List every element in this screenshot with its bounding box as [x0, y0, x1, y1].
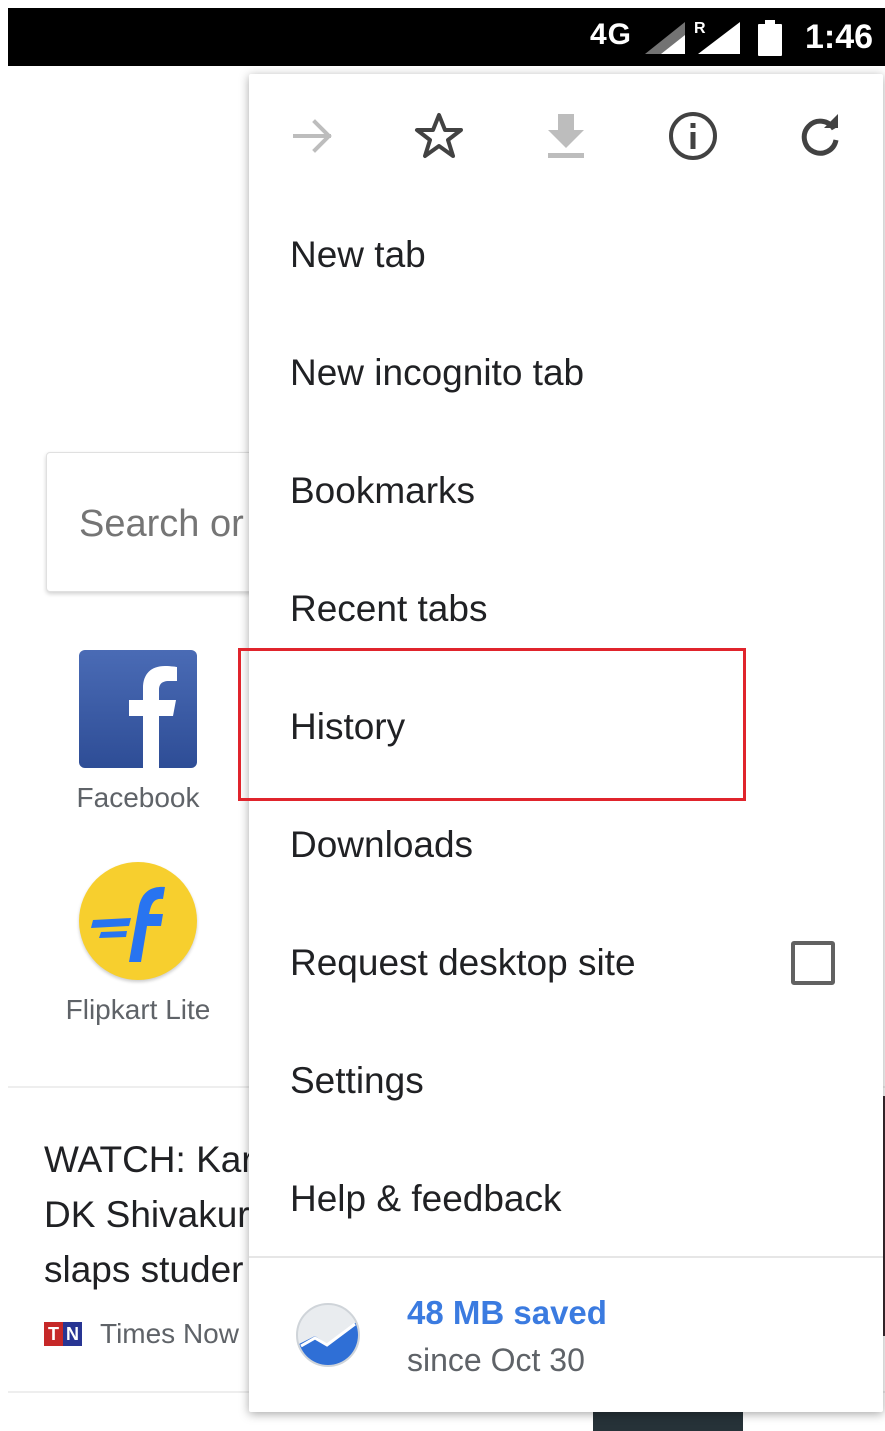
overflow-menu: New tab New incognito tab Bookmarks Rece… — [249, 74, 883, 1412]
times-now-logo-icon: T N — [44, 1322, 82, 1346]
battery-icon — [758, 20, 782, 56]
download-icon — [548, 114, 584, 158]
article-title[interactable]: WATCH: Kar DK Shivakur slaps studer — [44, 1132, 274, 1297]
menu-item-help-feedback[interactable]: Help & feedback — [249, 1140, 883, 1258]
article-thumbnail — [593, 1411, 743, 1431]
reload-icon — [801, 114, 839, 156]
menu-item-new-incognito-tab[interactable]: New incognito tab — [249, 314, 883, 432]
search-placeholder: Search or — [79, 503, 244, 545]
data-saver-icon — [296, 1303, 360, 1367]
status-bar: 4G R 1:46 — [8, 8, 885, 66]
article-source: T N Times Now — [44, 1318, 239, 1350]
tile-flipkart-lite[interactable]: Flipkart Lite — [48, 862, 228, 1026]
page-info-button[interactable] — [665, 108, 721, 164]
article-title-line: DK Shivakur — [44, 1194, 250, 1235]
info-icon — [669, 112, 717, 160]
article-title-line: slaps studer — [44, 1249, 244, 1290]
forward-button[interactable] — [285, 108, 341, 164]
menu-item-bookmarks[interactable]: Bookmarks — [249, 432, 883, 550]
bookmark-star-button[interactable] — [411, 108, 467, 164]
download-page-button[interactable] — [538, 108, 594, 164]
network-type: 4G — [590, 18, 633, 51]
menu-icon-row — [249, 74, 883, 200]
desktop-site-checkbox[interactable] — [791, 941, 835, 985]
tile-label: Flipkart Lite — [65, 994, 211, 1025]
tile-label: Facebook — [76, 782, 200, 813]
tile-facebook[interactable]: Facebook — [48, 650, 228, 814]
data-saved-since: since Oct 30 — [407, 1342, 585, 1378]
reload-button[interactable] — [792, 108, 848, 164]
article-title-line: WATCH: Kar — [44, 1139, 254, 1180]
data-saved-amount: 48 MB saved — [407, 1294, 607, 1331]
menu-item-new-tab[interactable]: New tab — [249, 196, 883, 314]
menu-item-request-desktop-site[interactable]: Request desktop site — [249, 904, 883, 1022]
menu-item-recent-tabs[interactable]: Recent tabs — [249, 550, 883, 668]
clock: 1:46 — [805, 18, 874, 56]
article-source-name: Times Now — [100, 1318, 239, 1349]
menu-item-history[interactable]: History — [249, 668, 883, 786]
menu-item-downloads[interactable]: Downloads — [249, 786, 883, 904]
signal-icon — [698, 22, 740, 54]
facebook-logo-icon — [79, 650, 197, 768]
star-icon — [415, 113, 463, 158]
flipkart-logo-icon — [79, 862, 197, 980]
data-saver-summary[interactable]: 48 MB saved since Oct 30 — [249, 1258, 883, 1412]
signal-icon — [645, 22, 685, 54]
forward-arrow-icon — [293, 119, 332, 153]
menu-item-settings[interactable]: Settings — [249, 1022, 883, 1140]
